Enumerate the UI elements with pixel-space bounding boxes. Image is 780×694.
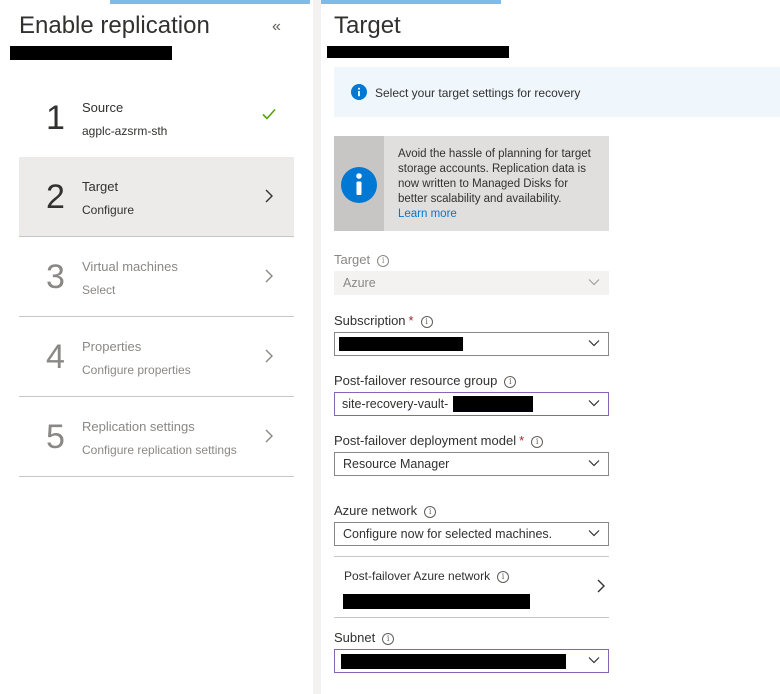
subscription-dropdown[interactable] bbox=[334, 332, 609, 356]
step-sublabel: Configure replication settings bbox=[82, 443, 237, 457]
info-icon[interactable]: i bbox=[382, 633, 395, 645]
info-icon bbox=[341, 167, 377, 203]
redacted-value bbox=[343, 594, 530, 609]
deployment-model-dropdown[interactable]: Resource Manager bbox=[334, 452, 609, 476]
subnet-dropdown[interactable] bbox=[334, 649, 609, 673]
subscription-label-text: Subscription bbox=[334, 313, 406, 328]
required-mark: * bbox=[408, 313, 414, 328]
wizard-steps-panel: Enable replication « 1 Source agplc-azsr… bbox=[0, 0, 313, 694]
step-label: Replication settings bbox=[82, 419, 195, 434]
required-mark: * bbox=[519, 433, 525, 448]
step-number: 3 bbox=[46, 258, 65, 296]
info-icon[interactable]: i bbox=[420, 316, 433, 328]
step-label: Virtual machines bbox=[82, 259, 178, 274]
panel-divider bbox=[313, 0, 321, 694]
info-icon[interactable]: i bbox=[424, 506, 437, 518]
collapse-button[interactable]: « bbox=[272, 18, 281, 36]
target-label: Target i bbox=[334, 252, 390, 267]
redacted-value bbox=[453, 396, 533, 412]
banner-message: Avoid the hassle of planning for target … bbox=[398, 148, 591, 205]
post-failover-network-label-text: Post-failover Azure network bbox=[344, 569, 491, 583]
banner-text: Avoid the hassle of planning for target … bbox=[398, 147, 598, 222]
step-source[interactable]: 1 Source agplc-azsrm-sth bbox=[19, 78, 294, 158]
step-sublabel: Configure bbox=[82, 203, 135, 217]
resource-group-dropdown[interactable]: site-recovery-vault- bbox=[334, 392, 609, 416]
banner-icon-box bbox=[334, 136, 384, 231]
chevron-right-icon bbox=[265, 429, 273, 443]
info-bar-text: Select your target settings for recovery bbox=[375, 86, 581, 100]
target-value: Azure bbox=[343, 276, 376, 290]
info-bar: Select your target settings for recovery bbox=[334, 67, 780, 117]
step-target[interactable]: 2 Target Configure bbox=[19, 157, 294, 237]
azure-network-label: Azure network i bbox=[334, 503, 437, 518]
azure-network-label-text: Azure network bbox=[334, 503, 418, 518]
chevron-down-icon bbox=[588, 657, 600, 664]
post-failover-network-row[interactable]: Post-failover Azure network i bbox=[334, 556, 609, 618]
resource-group-label: Post-failover resource group i bbox=[334, 373, 517, 388]
redacted-subtitle bbox=[327, 46, 509, 58]
chevron-right-icon bbox=[265, 189, 273, 203]
top-cropped-text bbox=[321, 0, 501, 4]
info-icon[interactable]: i bbox=[504, 376, 517, 388]
step-number: 1 bbox=[46, 99, 65, 137]
checkmark-icon bbox=[262, 108, 276, 120]
subnet-label-text: Subnet bbox=[334, 630, 376, 645]
top-cropped-text bbox=[110, 0, 310, 4]
step-number: 5 bbox=[46, 418, 65, 456]
deployment-model-label: Post-failover deployment model * i bbox=[334, 433, 544, 448]
target-settings-panel: Target Select your target settings for r… bbox=[321, 0, 780, 694]
azure-network-dropdown[interactable]: Configure now for selected machines. bbox=[334, 522, 609, 546]
chevron-right-icon bbox=[597, 579, 605, 593]
step-number: 4 bbox=[46, 338, 65, 376]
redacted-subtitle bbox=[10, 46, 172, 60]
chevron-right-icon bbox=[265, 349, 273, 363]
azure-network-value: Configure now for selected machines. bbox=[343, 527, 553, 541]
chevron-down-icon bbox=[588, 460, 600, 467]
step-virtual-machines[interactable]: 3 Virtual machines Select bbox=[19, 237, 294, 317]
target-label-text: Target bbox=[334, 252, 371, 267]
step-sublabel: Configure properties bbox=[82, 363, 191, 377]
deployment-model-label-text: Post-failover deployment model bbox=[334, 433, 517, 448]
panel-title: Enable replication bbox=[19, 12, 210, 39]
info-icon bbox=[351, 84, 367, 100]
info-icon[interactable]: i bbox=[531, 436, 544, 448]
chevron-down-icon bbox=[588, 340, 600, 347]
step-label: Properties bbox=[82, 339, 142, 354]
chevron-right-icon bbox=[265, 269, 273, 283]
step-properties[interactable]: 4 Properties Configure properties bbox=[19, 317, 294, 397]
step-sublabel: agplc-azsrm-sth bbox=[82, 124, 168, 138]
chevron-down-icon bbox=[588, 279, 600, 286]
post-failover-network-label: Post-failover Azure network i bbox=[344, 569, 510, 583]
step-number: 2 bbox=[46, 178, 65, 216]
learn-more-link[interactable]: Learn more bbox=[398, 208, 457, 220]
step-replication-settings[interactable]: 5 Replication settings Configure replica… bbox=[19, 397, 294, 477]
step-sublabel: Select bbox=[82, 283, 116, 297]
resource-group-label-text: Post-failover resource group bbox=[334, 373, 498, 388]
chevron-down-icon bbox=[588, 400, 600, 407]
step-label: Target bbox=[82, 179, 119, 194]
subscription-label: Subscription * i bbox=[334, 313, 433, 328]
info-icon[interactable]: i bbox=[497, 571, 510, 583]
deployment-model-value: Resource Manager bbox=[343, 457, 450, 471]
info-icon[interactable]: i bbox=[377, 255, 390, 267]
resource-group-value: site-recovery-vault- bbox=[342, 397, 449, 411]
target-dropdown: Azure bbox=[334, 271, 609, 295]
redacted-value bbox=[341, 654, 566, 669]
chevron-down-icon bbox=[588, 530, 600, 537]
managed-disks-banner: Avoid the hassle of planning for target … bbox=[334, 136, 609, 231]
step-label: Source bbox=[82, 100, 124, 115]
subnet-label: Subnet i bbox=[334, 630, 395, 645]
panel-title: Target bbox=[334, 12, 401, 39]
redacted-value bbox=[339, 337, 463, 351]
